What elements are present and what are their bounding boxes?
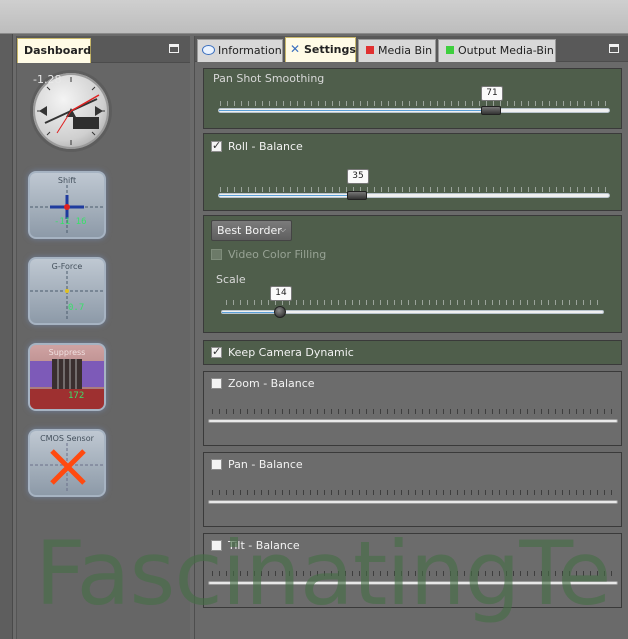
zoom-balance-group: Zoom - Balance [203, 371, 622, 446]
suppress-gauge[interactable]: Suppress 172 [28, 343, 106, 411]
dashboard-header: Dashboard [17, 36, 190, 63]
clock-face-icon [37, 77, 105, 145]
roll-balance-slider-track[interactable] [218, 193, 610, 198]
tab-output-media-bin[interactable]: Output Media-Bin [438, 39, 556, 62]
video-color-filling-label: Video Color Filling [228, 248, 327, 261]
maximize-icon[interactable] [609, 44, 619, 53]
zoom-balance-checkbox[interactable] [211, 378, 222, 389]
pan-balance-group: Pan - Balance [203, 452, 622, 527]
zoom-balance-ticks [212, 409, 617, 414]
tab-bar: Information ✕ Settings Media Bin Output M… [195, 36, 628, 62]
tilt-balance-group: Tilt - Balance [203, 533, 622, 608]
scale-slider-thumb[interactable] [274, 306, 286, 318]
cmos-sensor-gauge[interactable]: CMOS Sensor [28, 429, 106, 497]
settings-panel: Information ✕ Settings Media Bin Output M… [194, 36, 628, 639]
g-force-gauge[interactable]: G-Force 0.7 [28, 257, 106, 325]
keep-camera-dynamic-label: Keep Camera Dynamic [228, 346, 354, 359]
chevron-down-icon: ⌵ [279, 225, 286, 234]
pan-shot-value-bubble: 71 [481, 86, 503, 101]
gforce-grid-icon [30, 271, 104, 319]
tilt-balance-ticks [212, 571, 617, 576]
pan-shot-slider-track[interactable] [218, 108, 610, 113]
zoom-balance-label: Zoom - Balance [228, 377, 315, 390]
tilt-balance-slider-track[interactable] [208, 581, 618, 585]
tab-media-bin[interactable]: Media Bin [358, 39, 436, 62]
maximize-icon[interactable] [169, 44, 179, 53]
tab-settings[interactable]: ✕ Settings [285, 37, 356, 62]
tools-icon: ✕ [290, 42, 301, 56]
cmos-disabled-icon [30, 443, 104, 491]
green-square-icon [446, 46, 454, 54]
pan-balance-ticks [212, 490, 617, 495]
keep-camera-dynamic-checkbox[interactable] [211, 345, 222, 358]
shift-gauge[interactable]: Shift -11 16 [28, 171, 106, 239]
zoom-balance-slider-track[interactable] [208, 419, 618, 423]
tab-information[interactable]: Information [197, 39, 283, 62]
pan-balance-label: Pan - Balance [228, 458, 303, 471]
roll-balance-group: Roll - Balance 35 [203, 133, 622, 211]
roll-balance-slider-thumb[interactable] [347, 191, 367, 200]
pan-shot-smoothing-label: Pan Shot Smoothing [213, 72, 325, 85]
pan-shot-slider-thumb[interactable] [481, 106, 501, 115]
pan-balance-slider-track[interactable] [208, 500, 618, 504]
pan-shot-smoothing-group: Pan Shot Smoothing 71 [203, 68, 622, 129]
scale-value-bubble: 14 [270, 286, 292, 301]
crosshair-icon [30, 185, 104, 233]
g-force-readout: 0.7 [68, 303, 85, 313]
red-square-icon [366, 46, 374, 54]
keep-camera-dynamic-group: Keep Camera Dynamic [203, 340, 622, 365]
suppress-bars-icon [30, 359, 104, 409]
tab-settings-label: Settings [304, 43, 356, 56]
roll-balance-value-bubble: 35 [347, 169, 369, 184]
suppress-readout: 172 [68, 391, 85, 401]
roll-balance-checkbox[interactable] [211, 139, 222, 152]
roll-balance-ticks [220, 187, 609, 192]
tab-information-label: Information [218, 44, 282, 57]
roll-balance-label: Roll - Balance [228, 140, 303, 153]
dashboard-tab[interactable]: Dashboard [17, 38, 91, 63]
border-mode-value: Best Border [217, 224, 282, 237]
pan-balance-checkbox[interactable] [211, 459, 222, 470]
shift-readout: -11 16 [54, 217, 87, 227]
tilt-balance-checkbox[interactable] [211, 540, 222, 551]
border-scale-group: Best Border ⌵ Video Color Filling Scale … [203, 215, 622, 333]
clock-gauge[interactable]: -1.28 [30, 70, 112, 152]
left-edge-strip [0, 34, 13, 639]
title-bar [0, 0, 628, 34]
tab-output-media-bin-label: Output Media-Bin [458, 44, 554, 57]
speech-bubble-icon [202, 45, 215, 55]
video-color-filling-checkbox[interactable] [211, 249, 222, 260]
pan-shot-ticks [220, 101, 609, 106]
tilt-balance-label: Tilt - Balance [228, 539, 300, 552]
tab-media-bin-label: Media Bin [378, 44, 433, 57]
border-mode-dropdown[interactable]: Best Border ⌵ [211, 220, 292, 241]
scale-label: Scale [216, 273, 246, 286]
